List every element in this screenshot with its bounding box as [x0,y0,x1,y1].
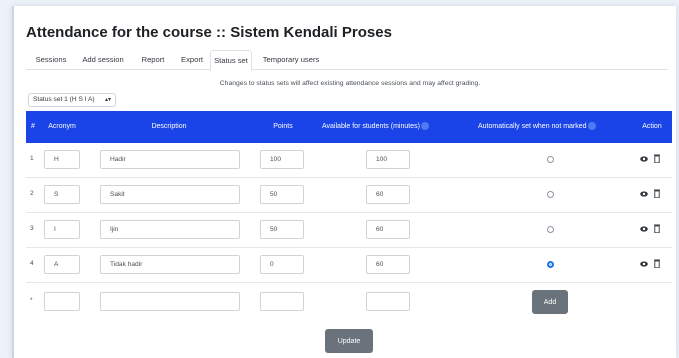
new-acronym-input[interactable] [44,292,80,311]
new-row-marker: * [30,297,33,304]
description-input[interactable]: Hadir [100,150,240,169]
eye-icon[interactable] [640,156,648,162]
new-status-row: * [26,283,672,319]
tab-sessions[interactable]: Sessions [34,50,68,70]
header-acronym: Acronym [48,123,76,130]
new-points-input[interactable] [260,292,304,311]
tab-status-set[interactable]: Status set [210,50,252,71]
tab-add-session[interactable]: Add session [80,50,126,70]
trash-icon[interactable] [654,189,660,198]
help-icon[interactable] [587,122,596,131]
update-button[interactable]: Update [325,329,373,353]
tab-bar: Sessions Add session Report Export Statu… [26,50,668,71]
description-input[interactable]: Tidak hadir [100,255,240,274]
header-auto-set: Automatically set when not marked [478,111,618,143]
minutes-input[interactable]: 100 [366,150,410,169]
acronym-input[interactable]: A [44,255,80,274]
help-icon[interactable] [420,122,429,131]
page-title: Attendance for the course :: Sistem Kend… [26,24,392,41]
description-input[interactable]: Ijin [100,220,240,239]
header-index: # [31,123,35,130]
eye-icon[interactable] [640,191,648,197]
auto-set-radio[interactable] [547,156,554,163]
page-background: Attendance for the course :: Sistem Kend… [0,0,679,358]
header-auto-set-label: Automatically set when not marked [478,123,587,130]
points-input[interactable]: 50 [260,185,304,204]
tab-report[interactable]: Report [138,50,168,70]
status-set-select-value: Status set 1 (H S I A) [33,96,95,103]
minutes-input[interactable]: 60 [366,255,410,274]
points-input[interactable]: 100 [260,150,304,169]
header-available: Available for students (minutes) [322,111,446,143]
eye-icon[interactable] [640,226,648,232]
auto-set-radio[interactable] [547,191,554,198]
auto-set-radio[interactable] [547,226,554,233]
acronym-input[interactable]: H [44,150,80,169]
table-row: 3 I Ijin 50 60 [26,213,672,248]
table-header: # Acronym Description Points Available f… [26,111,672,143]
table-row: 4 A Tidak hadir 0 60 [26,248,672,283]
new-minutes-input[interactable] [366,292,410,311]
acronym-input[interactable]: I [44,220,80,239]
description-input[interactable]: Sakit [100,185,240,204]
acronym-input[interactable]: S [44,185,80,204]
trash-icon[interactable] [654,259,660,268]
minutes-input[interactable]: 60 [366,185,410,204]
header-points: Points [273,123,293,130]
trash-icon[interactable] [654,154,660,163]
table-row: 2 S Sakit 50 60 [26,178,672,213]
add-button[interactable]: Add [532,290,568,314]
status-set-notice: Changes to status sets will affect exist… [219,80,481,87]
tab-export[interactable]: Export [178,50,206,70]
tab-temporary-users[interactable]: Temporary users [258,50,324,70]
auto-set-radio[interactable] [547,261,554,268]
row-number: 2 [30,190,34,197]
new-description-input[interactable] [100,292,240,311]
trash-icon[interactable] [654,224,660,233]
points-input[interactable]: 0 [260,255,304,274]
points-input[interactable]: 50 [260,220,304,239]
header-description: Description [151,123,187,130]
select-arrows-icon: ▴▾ [104,97,111,103]
row-number: 3 [30,225,34,232]
header-available-label: Available for students (minutes) [322,123,420,130]
row-number: 4 [30,260,34,267]
table-row: 1 H Hadir 100 100 [26,143,672,178]
header-action: Action [642,123,662,130]
row-number: 1 [30,155,34,162]
minutes-input[interactable]: 60 [366,220,410,239]
status-set-select[interactable]: Status set 1 (H S I A) ▴▾ [28,93,116,107]
eye-icon[interactable] [640,261,648,267]
